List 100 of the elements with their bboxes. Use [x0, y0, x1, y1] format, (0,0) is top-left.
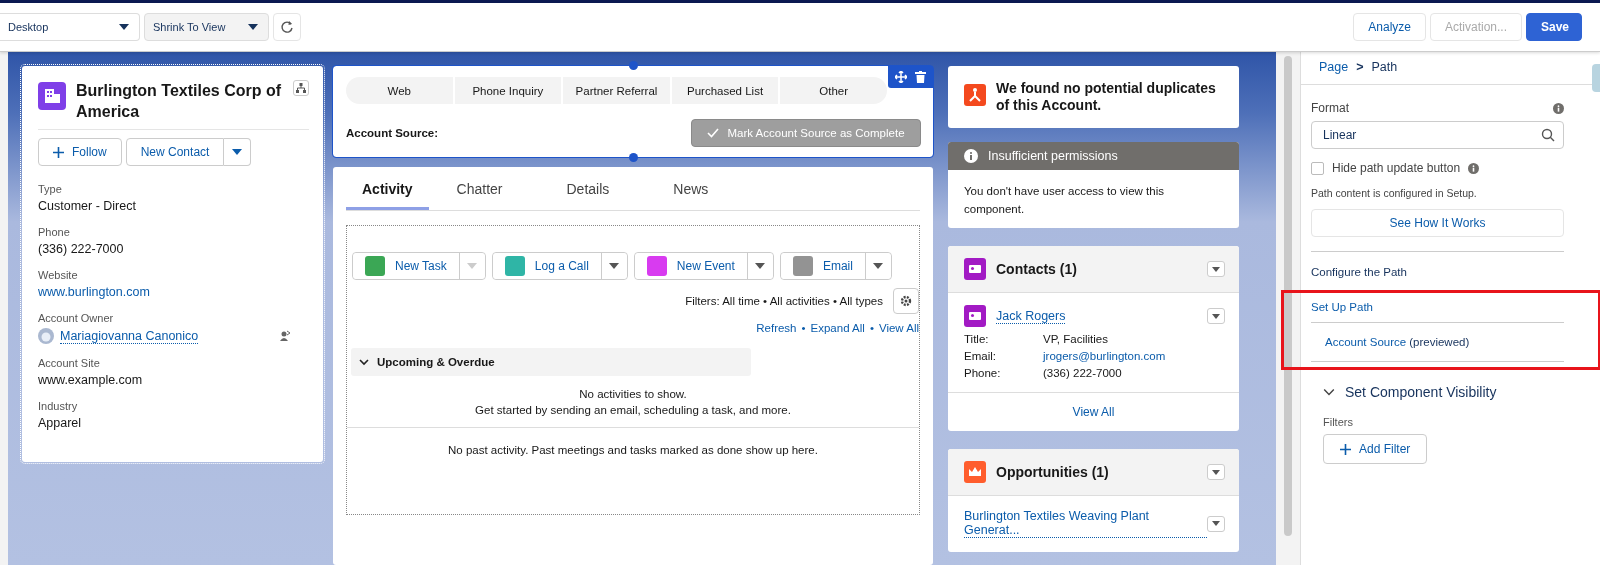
plus-icon [53, 146, 64, 158]
avatar-icon [38, 328, 54, 344]
menu-button[interactable] [1207, 464, 1225, 480]
contact-link[interactable]: Jack Rogers [996, 308, 1066, 324]
scrollbar[interactable] [1284, 56, 1292, 536]
settings-button[interactable] [893, 288, 919, 314]
empty-message: Get started by sending an email, scheduling a task, and more. [474, 403, 792, 418]
field-value: Apparel [38, 416, 83, 430]
tab[interactable]: Chatter [440, 167, 519, 210]
info-icon [964, 149, 978, 163]
field-value: (336) 222-7000 [1043, 366, 1122, 381]
link-separator: • [869, 322, 874, 334]
path-stage[interactable]: Web [346, 77, 455, 104]
related-list-title: Opportunities (1) [996, 464, 1110, 480]
email-link[interactable]: jrogers@burlington.com [1043, 348, 1166, 365]
tab[interactable]: Activity [346, 167, 429, 210]
refresh-button[interactable] [273, 13, 301, 41]
info-icon [1468, 162, 1480, 174]
website-link[interactable]: www.burlington.com [38, 285, 150, 299]
breadcrumb-link[interactable]: Page [1319, 60, 1349, 74]
menu-button[interactable] [1207, 308, 1225, 324]
view-all-link[interactable]: View All [1072, 405, 1115, 419]
new-contact-button[interactable]: New Contact [125, 138, 225, 166]
action-menu-button[interactable] [864, 253, 891, 279]
breadcrumb-current: Path [1371, 60, 1398, 74]
setup-path-link[interactable]: Set Up Path [1311, 301, 1373, 313]
duplicates-message: We found no potential duplicates of this Account. [996, 80, 1217, 114]
field-label: Account Site [38, 357, 101, 369]
crown-icon [964, 461, 986, 483]
caret-icon [1212, 521, 1221, 526]
field-value: VP, Facilities [1043, 332, 1108, 347]
hierarchy-icon [296, 83, 306, 93]
field-label: Industry [38, 400, 79, 412]
account-title: Burlington Textiles Corp of America [76, 81, 283, 122]
change-owner-icon[interactable] [279, 330, 291, 342]
caret-icon [467, 263, 478, 269]
device-dropdown[interactable]: Desktop [0, 13, 140, 41]
visibility-section-header[interactable]: Set Component Visibility [1323, 384, 1564, 400]
hierarchy-button[interactable] [293, 80, 309, 96]
caret-icon [873, 263, 884, 269]
activity-link[interactable]: View All [878, 322, 919, 334]
empty-message: No activities to show. [578, 387, 688, 402]
field-label: Phone: [964, 366, 1002, 381]
account-source-link[interactable]: Account Source [1325, 336, 1407, 348]
activity-link[interactable]: Refresh [756, 322, 797, 334]
building-icon [38, 82, 66, 110]
previewed-label: (previewed) [1409, 336, 1470, 348]
path-stage[interactable]: Purchased List [671, 77, 781, 104]
section-title: Configure the Path [1311, 266, 1408, 278]
caret-icon [248, 24, 258, 30]
plus-icon [1340, 443, 1351, 455]
field-value: (336) 222-7000 [38, 242, 125, 256]
more-actions-button[interactable] [224, 138, 252, 166]
caret-icon [1212, 469, 1220, 475]
caret-icon [1212, 266, 1220, 272]
tab[interactable]: Details [550, 167, 626, 210]
menu-button[interactable] [1207, 515, 1225, 532]
contact-icon [964, 258, 986, 280]
move-icon[interactable] [895, 71, 907, 83]
toolbar-button[interactable]: Analyze [1353, 13, 1426, 41]
filters-text: Filters: All time • All activities • All types [685, 295, 883, 307]
contact-icon [964, 305, 986, 327]
caret-icon [609, 263, 620, 269]
resize-handle[interactable] [629, 61, 638, 70]
add-filter-button[interactable]: Add Filter [1323, 434, 1428, 464]
owner-link[interactable]: Mariagiovanna Canonico [60, 328, 199, 344]
field-label: Email: [964, 349, 997, 364]
action-menu-button[interactable] [600, 253, 627, 279]
permissions-message: You don't have user access to view this component. [963, 184, 1165, 217]
help-text: Path content is configured in Setup. [1311, 187, 1478, 199]
field-label: Title: [964, 332, 990, 347]
tab[interactable]: News [657, 167, 725, 210]
past-activity-message: No past activity. Past meetings and tasks marked as done show up here. [447, 443, 819, 456]
checkbox-label: Hide path update button [1332, 161, 1461, 175]
zoom-dropdown[interactable]: Shrink To View [144, 13, 269, 41]
checkbox[interactable] [1311, 161, 1324, 175]
info-icon [1553, 102, 1564, 114]
search-icon [1541, 128, 1555, 142]
path-stage[interactable]: Partner Referral [563, 77, 672, 104]
path-label: Account Source: [346, 127, 438, 139]
resize-handle[interactable] [629, 153, 638, 162]
activity-link[interactable]: Expand All [810, 322, 865, 334]
caret-icon [755, 263, 766, 269]
toolbar-button[interactable]: Save [1526, 13, 1582, 41]
field-label: Format [1311, 101, 1349, 115]
see-how-button[interactable]: See How It Works [1311, 209, 1564, 237]
action-menu-button[interactable] [746, 253, 773, 279]
opportunity-link[interactable]: Burlington Textiles Weaving Plant Generat... [964, 509, 1208, 538]
format-combobox[interactable]: Linear [1311, 121, 1564, 149]
delete-icon[interactable] [915, 71, 926, 83]
breadcrumb-separator: > [1356, 60, 1364, 74]
menu-button[interactable] [1207, 261, 1225, 277]
filters-label: Filters [1323, 416, 1354, 428]
path-stage[interactable]: Other [780, 77, 887, 104]
link-separator: • [801, 322, 806, 334]
path-stage[interactable]: Phone Inquiry [454, 77, 564, 104]
field-label: Account Owner [38, 312, 115, 324]
follow-button[interactable]: Follow [38, 138, 122, 166]
section-header[interactable]: Upcoming & Overdue [351, 348, 751, 376]
duplicate-icon [964, 84, 986, 106]
